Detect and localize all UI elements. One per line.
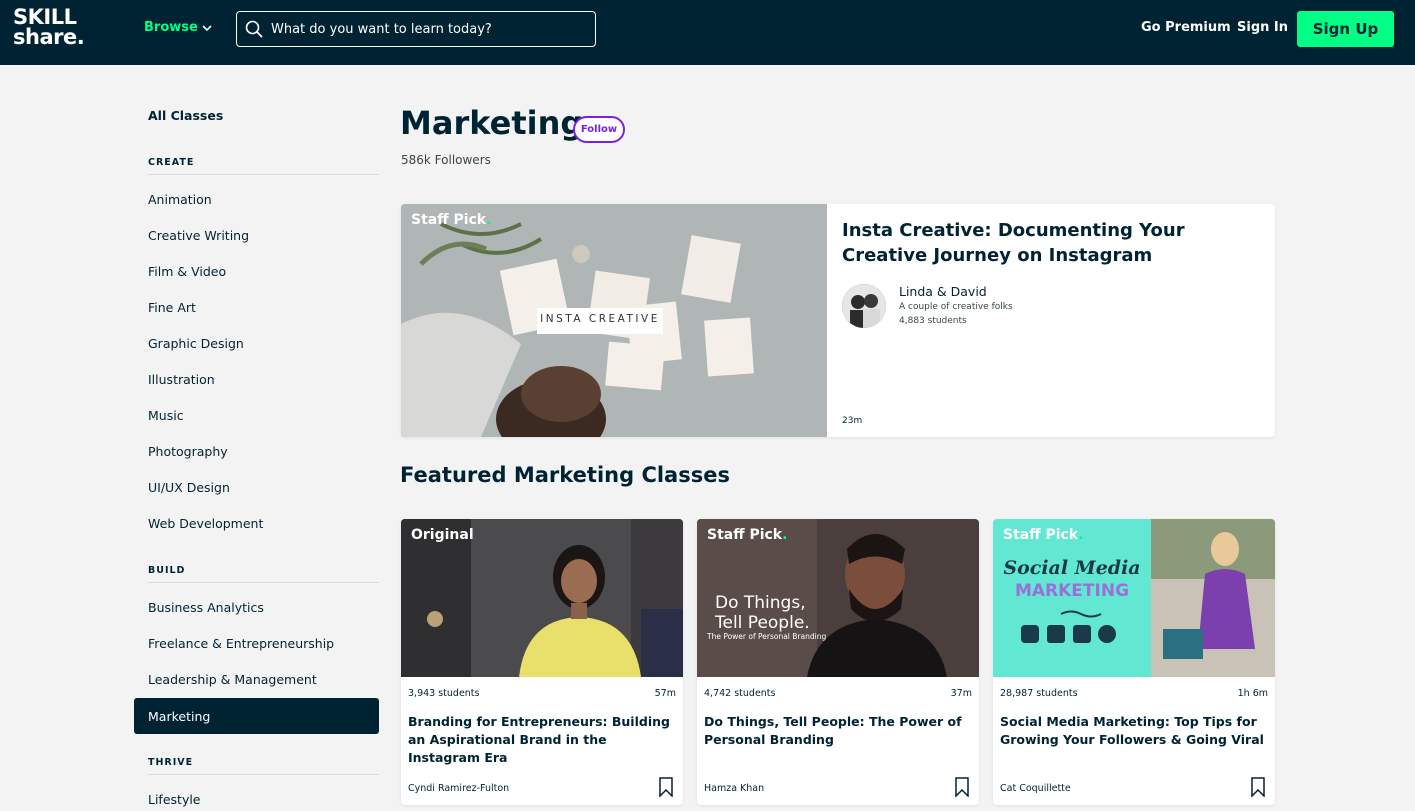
skillshare-logo[interactable]: SKILL share. xyxy=(13,5,85,49)
follow-button[interactable]: Follow xyxy=(573,116,625,143)
sidebar-item-lifestyle[interactable]: Lifestyle xyxy=(134,781,379,811)
class-duration: 1h 6m xyxy=(1237,688,1268,699)
thumbnail-text-line-1: Do Things, xyxy=(715,593,806,613)
class-title[interactable]: Social Media Marketing: Top Tips for Gro… xyxy=(1000,713,1268,749)
all-classes-link[interactable]: All Classes xyxy=(148,108,223,123)
thumbnail-text-line-1: Social Media xyxy=(1003,557,1141,579)
class-card[interactable]: Staff Pick. Do Things, Tell People. The … xyxy=(697,519,979,805)
followers-count: 586k Followers xyxy=(401,153,491,167)
logo-line-2: share. xyxy=(13,25,85,49)
sidebar-item-illustration[interactable]: Illustration xyxy=(134,361,379,397)
sidebar-item-animation[interactable]: Animation xyxy=(134,181,379,217)
featured-class-thumbnail: Staff Pick. INSTA CREATIVE xyxy=(401,204,827,437)
students-count: 4,742 students xyxy=(704,688,776,699)
students-count: 28,987 students xyxy=(1000,688,1078,699)
class-title[interactable]: Branding for Entrepreneurs: Building an … xyxy=(408,713,676,767)
chevron-down-icon xyxy=(202,24,212,31)
sidebar-item-film-video[interactable]: Film & Video xyxy=(134,253,379,289)
thumbnail-text-line-3: The Power of Personal Branding xyxy=(707,632,827,641)
teacher-name[interactable]: Hamza Khan xyxy=(704,783,764,794)
sidebar-item-business-analytics[interactable]: Business Analytics xyxy=(134,589,379,625)
teacher-avatar-image xyxy=(842,284,886,328)
sidebar-item-web-development[interactable]: Web Development xyxy=(134,505,379,541)
sidebar-item-freelance-entrepreneurship[interactable]: Freelance & Entrepreneurship xyxy=(134,625,379,661)
class-duration: 37m xyxy=(950,688,972,699)
class-thumbnail: Original xyxy=(401,519,683,677)
class-thumbnail: Staff Pick. Do Things, Tell People. The … xyxy=(697,519,979,677)
featured-class-card[interactable]: Staff Pick. INSTA CREATIVE Insta Creativ… xyxy=(401,204,1275,437)
sidebar-item-marketing[interactable]: Marketing xyxy=(134,698,379,734)
go-premium-link[interactable]: Go Premium xyxy=(1141,20,1231,35)
browse-label: Browse xyxy=(144,20,198,35)
featured-class-title[interactable]: Insta Creative: Documenting Your Creativ… xyxy=(842,218,1262,268)
build-heading: BUILD xyxy=(148,565,379,583)
sidebar-item-photography[interactable]: Photography xyxy=(134,433,379,469)
browse-menu-button[interactable]: Browse xyxy=(144,20,212,35)
class-duration: 57m xyxy=(654,688,676,699)
original-badge: Original xyxy=(411,527,474,543)
class-title[interactable]: Do Things, Tell People: The Power of Per… xyxy=(704,713,972,749)
badge-text: Staff Pick xyxy=(707,527,783,543)
students-count: 4,883 students xyxy=(899,316,967,326)
teacher-headline: A couple of creative folks xyxy=(899,302,1013,312)
search-input[interactable] xyxy=(271,21,571,37)
sidebar-item-ui-ux-design[interactable]: UI/UX Design xyxy=(134,469,379,505)
thumbnail-text-line-2: Tell People. xyxy=(715,613,810,633)
staff-pick-badge: Staff Pick. xyxy=(411,212,492,228)
class-card[interactable]: Staff Pick. Social Media MARKETING 28,98… xyxy=(993,519,1275,805)
class-card[interactable]: Original 3,943 students 57m Branding for… xyxy=(401,519,683,805)
class-duration: 23m xyxy=(842,416,863,426)
sidebar-item-fine-art[interactable]: Fine Art xyxy=(134,289,379,325)
bookmark-icon[interactable] xyxy=(955,777,969,797)
bookmark-icon[interactable] xyxy=(1251,777,1265,797)
create-heading: CREATE xyxy=(148,157,379,175)
page-title: Marketing xyxy=(400,104,584,142)
top-navigation-bar: SKILL share. Browse Go Premium Sign In S… xyxy=(0,0,1415,65)
sidebar-item-leadership-management[interactable]: Leadership & Management xyxy=(134,661,379,697)
thrive-heading: THRIVE xyxy=(148,757,379,775)
thumbnail-text: INSTA CREATIVE xyxy=(540,313,660,325)
logo-line-1: SKILL xyxy=(13,5,77,29)
students-count: 3,943 students xyxy=(408,688,480,699)
sign-up-button[interactable]: Sign Up xyxy=(1297,11,1394,47)
bookmark-icon[interactable] xyxy=(659,777,673,797)
featured-section-heading: Featured Marketing Classes xyxy=(400,463,730,487)
teacher-name[interactable]: Cyndi Ramirez-Fulton xyxy=(408,783,509,794)
teacher-name[interactable]: Linda & David xyxy=(899,284,987,299)
teacher-name[interactable]: Cat Coquillette xyxy=(1000,783,1071,794)
sidebar-item-graphic-design[interactable]: Graphic Design xyxy=(134,325,379,361)
search-icon xyxy=(245,20,263,38)
sign-in-link[interactable]: Sign In xyxy=(1237,20,1288,35)
sidebar-item-music[interactable]: Music xyxy=(134,397,379,433)
thumbnail-text-line-2: MARKETING xyxy=(1014,581,1130,601)
badge-text: Staff Pick xyxy=(1003,527,1079,543)
staff-pick-badge: Staff Pick. xyxy=(707,527,788,543)
avatar xyxy=(842,284,886,328)
class-thumbnail: Staff Pick. Social Media MARKETING xyxy=(993,519,1275,677)
staff-pick-badge: Staff Pick. xyxy=(1003,527,1084,543)
search-bar[interactable] xyxy=(236,11,596,47)
badge-text: Staff Pick xyxy=(411,212,487,228)
sidebar-item-creative-writing[interactable]: Creative Writing xyxy=(134,217,379,253)
